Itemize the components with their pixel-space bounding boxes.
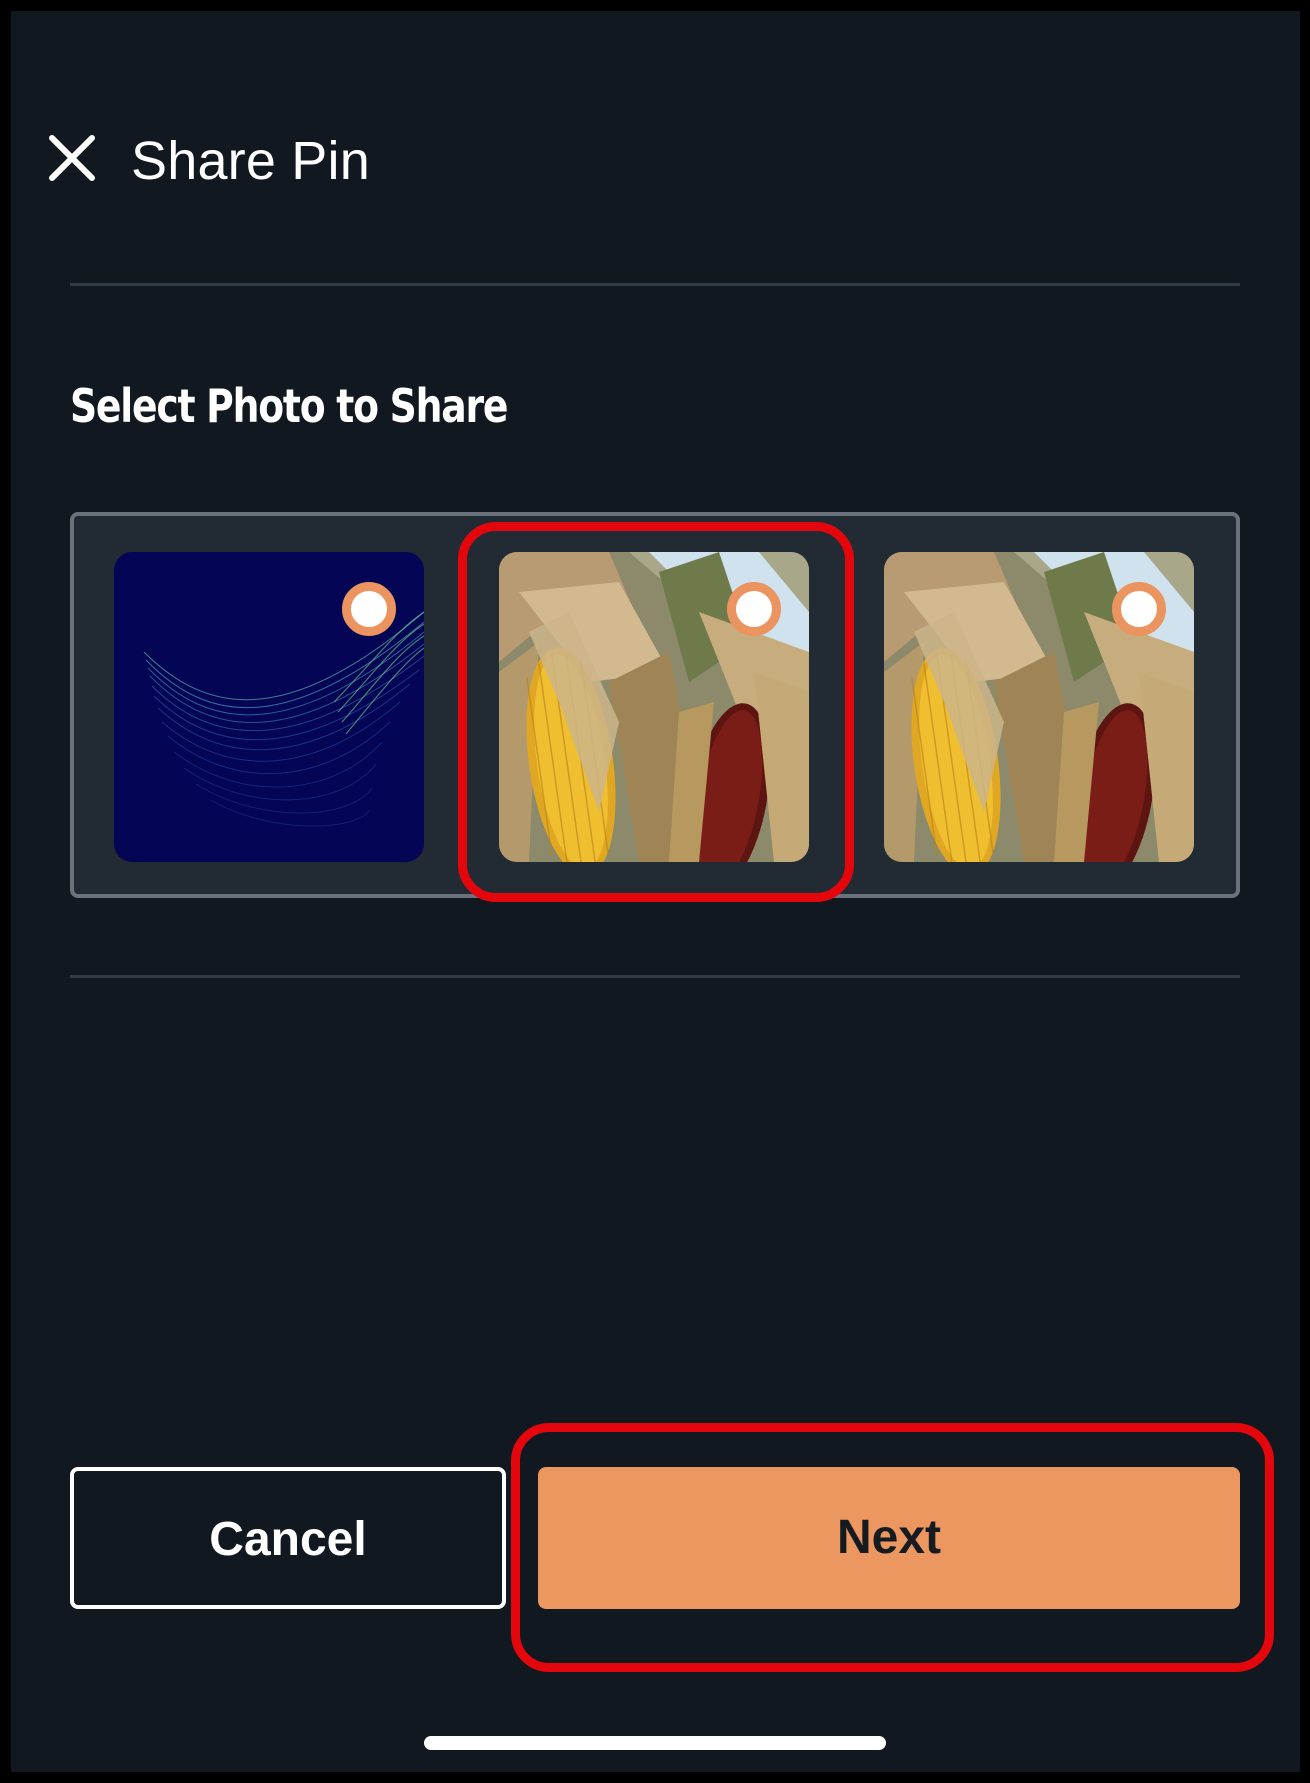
photo-select-radio[interactable] — [342, 582, 396, 636]
photo-option-corn[interactable] — [499, 552, 809, 862]
page-title: Share Pin — [131, 131, 370, 191]
cancel-button[interactable]: Cancel — [70, 1467, 506, 1609]
next-button[interactable]: Next — [538, 1467, 1240, 1609]
photo-option-corn[interactable] — [884, 552, 1194, 862]
divider — [70, 283, 1240, 286]
home-indicator — [424, 1736, 886, 1750]
photo-option-abstract[interactable] — [114, 552, 424, 862]
photo-select-radio[interactable] — [1112, 582, 1166, 636]
share-pin-screen: Share Pin Select Photo to Share Cancel N… — [11, 11, 1300, 1772]
divider — [70, 975, 1240, 978]
photo-carousel[interactable] — [70, 512, 1240, 898]
photo-select-radio[interactable] — [727, 582, 781, 636]
section-title: Select Photo to Share — [70, 379, 508, 433]
close-icon[interactable] — [42, 128, 102, 188]
